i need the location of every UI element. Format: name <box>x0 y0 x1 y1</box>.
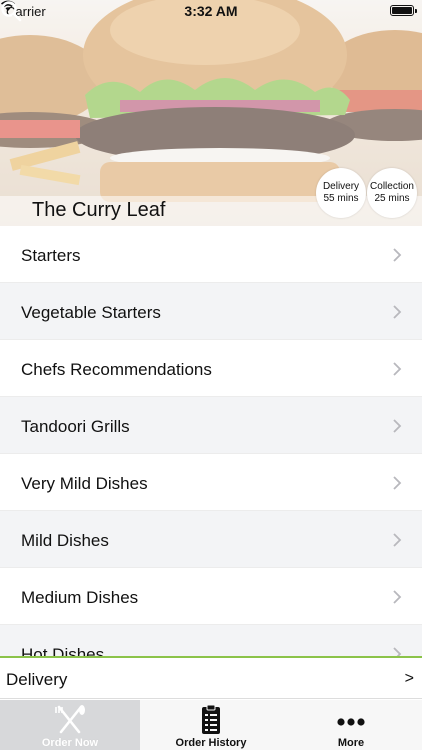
menu-category-list[interactable]: Starters Vegetable Starters Chefs Recomm… <box>0 226 422 656</box>
tab-order-history[interactable]: Order History <box>141 700 281 750</box>
tab-label: More <box>337 737 365 749</box>
menu-item-mild-dishes[interactable]: Mild Dishes <box>0 511 422 568</box>
delivery-mode-bar[interactable]: Delivery > <box>0 656 422 699</box>
menu-item-chefs-recommendations[interactable]: Chefs Recommendations <box>0 340 422 397</box>
delivery-time-badge: Delivery 55 mins <box>316 168 366 218</box>
chevron-right-icon <box>393 647 402 656</box>
search-icon[interactable] <box>0 0 22 22</box>
tab-more[interactable]: More <box>281 700 421 750</box>
chevron-right-icon <box>393 305 402 319</box>
menu-item-label: Hot Dishes <box>21 645 105 656</box>
tab-label: Order Now <box>41 737 99 749</box>
delivery-mode-label: Delivery <box>6 670 68 689</box>
menu-item-very-mild-dishes[interactable]: Very Mild Dishes <box>0 454 422 511</box>
chevron-right-icon <box>393 248 402 262</box>
chevron-right-icon <box>393 362 402 376</box>
collection-badge-title: Collection <box>370 181 414 192</box>
menu-item-label: Very Mild Dishes <box>21 474 148 493</box>
menu-item-medium-dishes[interactable]: Medium Dishes <box>0 568 422 625</box>
receipt-icon <box>202 704 220 734</box>
menu-item-tandoori-grills[interactable]: Tandoori Grills <box>0 397 422 454</box>
chevron-right-icon <box>393 419 402 433</box>
fork-knife-icon <box>55 705 85 734</box>
delivery-badge-time: 55 mins <box>323 193 359 204</box>
menu-item-label: Chefs Recommendations <box>21 360 212 379</box>
collection-time-badge: Collection 25 mins <box>367 168 417 218</box>
delivery-badge-title: Delivery <box>322 181 360 192</box>
menu-item-vegetable-starters[interactable]: Vegetable Starters <box>0 283 422 340</box>
collection-badge-time: 25 mins <box>374 193 410 204</box>
menu-item-label: Medium Dishes <box>21 588 139 607</box>
menu-item-label: Starters <box>21 246 81 265</box>
tab-label: Order History <box>175 737 247 749</box>
more-dots-icon <box>337 718 365 726</box>
chevron-right-icon <box>393 476 402 490</box>
tab-order-now[interactable]: Order Now <box>0 700 140 750</box>
restaurant-name: The Curry Leaf <box>32 199 166 221</box>
menu-item-label: Tandoori Grills <box>21 417 130 436</box>
menu-item-label: Vegetable Starters <box>21 303 161 322</box>
menu-item-label: Mild Dishes <box>21 531 109 550</box>
menu-item-hot-dishes[interactable]: Hot Dishes <box>0 625 422 656</box>
status-bar: Carrier 3:32 AM <box>0 0 422 22</box>
menu-item-starters[interactable]: Starters <box>0 226 422 283</box>
battery-icon <box>390 5 417 16</box>
status-time: 3:32 AM <box>184 3 238 19</box>
delivery-mode-arrow: > <box>404 670 414 687</box>
hero-image: Carrier 3:32 AM The Curry Leaf Delivery … <box>0 0 422 226</box>
chevron-right-icon <box>393 590 402 604</box>
chevron-right-icon <box>393 533 402 547</box>
